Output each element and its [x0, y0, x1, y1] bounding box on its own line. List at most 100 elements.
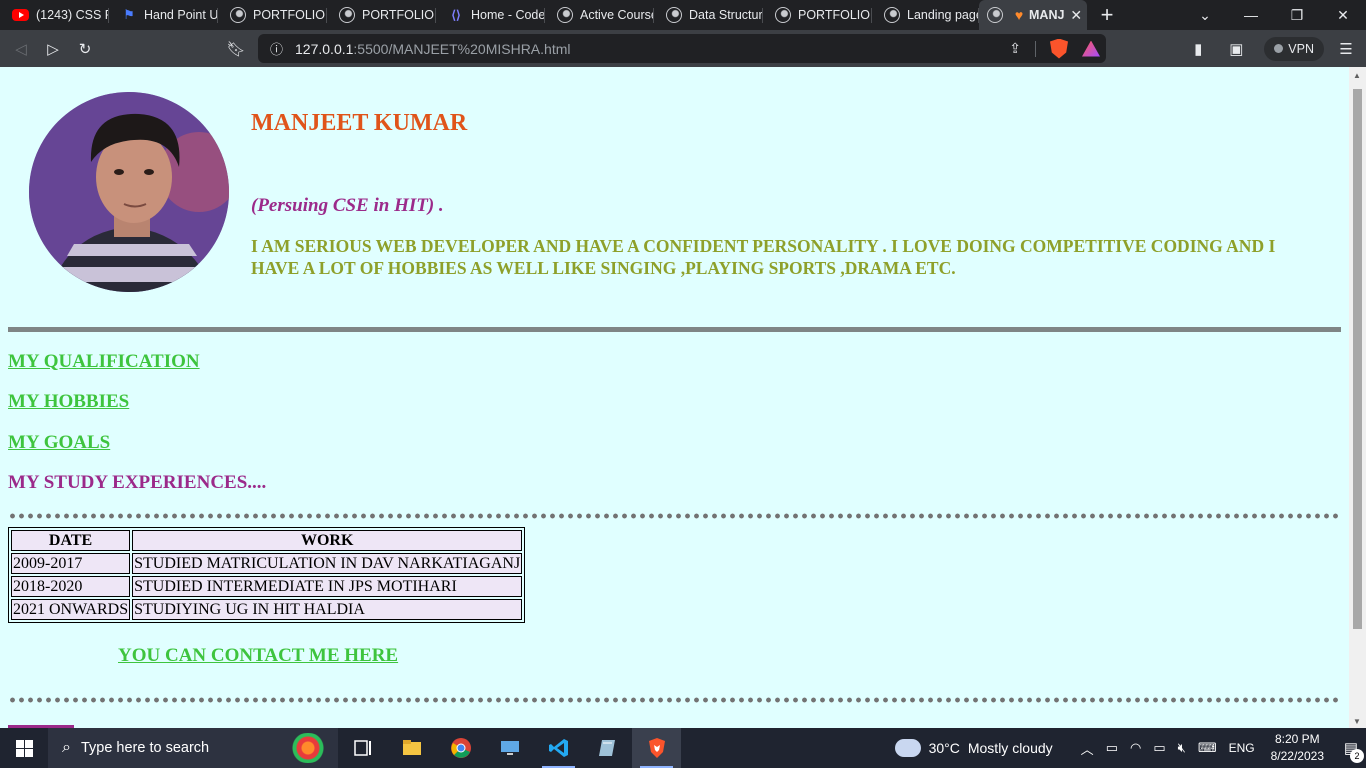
vscode-icon	[548, 739, 568, 757]
monitor-icon	[500, 741, 519, 755]
section-divider	[8, 327, 1341, 332]
chevron-up-icon[interactable]: ︿	[1081, 739, 1094, 758]
dotted-divider	[8, 513, 1341, 519]
qualification-link[interactable]: MY QUALIFICATION	[8, 351, 200, 373]
scroll-thumb[interactable]	[1353, 89, 1362, 629]
system-tray: 30°C Mostly cloudy ︿ ▭ ◠ ▭ 🔇︎ ⌨ ENG 8:20…	[894, 728, 1366, 768]
browser-toolbar: ◁ ▷ ↻ 🔖︎ ⓘ 127.0.0.1:5500/MANJEET%20MISH…	[0, 30, 1366, 67]
vpn-status-icon	[1274, 44, 1284, 53]
globe-icon	[557, 7, 573, 23]
chrome-app[interactable]	[436, 728, 485, 768]
cloudy-weather-icon	[894, 733, 921, 757]
profile-photo-image	[29, 92, 229, 292]
close-window-button[interactable]: ✕	[1320, 0, 1366, 30]
profile-bio: I AM SERIOUS WEB DEVELOPER AND HAVE A CO…	[251, 236, 1276, 278]
table-header: DATE	[11, 530, 131, 551]
remote-desktop-app[interactable]	[485, 728, 534, 768]
notification-count: 2	[1350, 749, 1364, 763]
page-scrollbar[interactable]: ▲ ▼	[1349, 67, 1366, 728]
contact-link[interactable]: YOU CAN CONTACT ME HERE	[118, 645, 398, 667]
language-indicator[interactable]: ENG	[1229, 741, 1255, 755]
browser-tab[interactable]: Active Course	[545, 0, 654, 30]
file-explorer-app[interactable]	[387, 728, 436, 768]
restore-button[interactable]: ❐	[1274, 0, 1320, 30]
task-view-button[interactable]	[338, 728, 387, 768]
minimize-button[interactable]: —	[1228, 0, 1274, 30]
share-icon[interactable]: ⇪	[1009, 40, 1021, 57]
browser-tab[interactable]: PORTFOLIO	[327, 0, 436, 30]
globe-icon	[666, 7, 682, 23]
back-button[interactable]: ◁	[5, 33, 37, 65]
goals-link[interactable]: MY GOALS	[8, 432, 110, 454]
hobbies-link[interactable]: MY HOBBIES	[8, 391, 129, 413]
address-bar[interactable]: ⓘ 127.0.0.1:5500/MANJEET%20MISHRA.html ⇪…	[258, 34, 1106, 63]
wifi-icon[interactable]: ◠	[1130, 740, 1141, 756]
flag-icon: ⚑	[123, 7, 135, 22]
volume-muted-icon[interactable]: 🔇︎	[1178, 740, 1186, 756]
table-cell: 2009-2017	[11, 553, 131, 574]
table-header: WORK	[132, 530, 523, 551]
chrome-icon	[450, 738, 471, 758]
table-header-row: DATE WORK	[11, 530, 523, 551]
table-cell: STUDIED MATRICULATION IN DAV NARKATIAGAN…	[132, 553, 523, 574]
browser-tab-active[interactable]: ♥ MANJ ✕	[979, 0, 1087, 30]
forward-button[interactable]: ▷	[37, 33, 69, 65]
table-row: 2018-2020 STUDIED INTERMEDIATE IN JPS MO…	[11, 576, 523, 597]
table-row: 2009-2017 STUDIED MATRICULATION IN DAV N…	[11, 553, 523, 574]
windows-logo-icon	[15, 739, 33, 757]
task-view-icon	[353, 740, 371, 756]
meet-now-icon[interactable]: ▭	[1106, 740, 1118, 756]
site-info-icon[interactable]: ⓘ	[270, 39, 283, 58]
brave-rewards-icon[interactable]: 1	[1082, 40, 1100, 57]
url-text[interactable]: 127.0.0.1:5500/MANJEET%20MISHRA.html	[295, 41, 570, 57]
youtube-icon	[12, 9, 29, 21]
code-icon: ⟨⟩	[451, 8, 461, 22]
bookmark-icon[interactable]: 🔖︎	[220, 33, 252, 65]
globe-icon	[884, 7, 900, 23]
browser-tab[interactable]: PORTFOLIO	[218, 0, 327, 30]
brave-app[interactable]	[632, 728, 681, 768]
tab-strip: (1243) CSS Fle ⚑Hand Point Up PORTFOLIO …	[0, 0, 1366, 30]
page-viewport: MANJEET KUMAR (Persuing CSE in HIT) . I …	[0, 67, 1366, 728]
scroll-down-arrow-icon[interactable]: ▼	[1353, 717, 1361, 726]
notepad-icon	[598, 740, 615, 756]
notepad-app[interactable]	[583, 728, 632, 768]
close-tab-icon[interactable]: ✕	[1070, 7, 1082, 24]
globe-icon	[987, 7, 1003, 23]
browser-tab[interactable]: Landing page	[872, 0, 979, 30]
study-heading: MY STUDY EXPERIENCES....	[8, 472, 267, 493]
wallet-icon[interactable]: ▣	[1220, 33, 1252, 65]
notification-center-button[interactable]: ▤ 2	[1336, 739, 1366, 763]
browser-tab[interactable]: (1243) CSS Fle	[0, 0, 109, 30]
dotted-divider	[8, 697, 1341, 703]
browser-tab[interactable]: ⚑ Hand Point Up	[109, 0, 218, 30]
vscode-app[interactable]	[534, 728, 583, 768]
clipped-heading	[8, 721, 78, 728]
browser-tab[interactable]: Data Structur	[654, 0, 763, 30]
divider	[1035, 40, 1036, 57]
browser-tab[interactable]: ⟨⟩ Home - Code	[436, 0, 545, 30]
scroll-up-arrow-icon[interactable]: ▲	[1353, 71, 1361, 80]
clock[interactable]: 8:20 PM 8/22/2023	[1271, 731, 1324, 765]
profile-photo	[29, 92, 229, 292]
tab-search-chevron-icon[interactable]: ⌄	[1182, 0, 1228, 30]
weather-widget[interactable]: 30°C Mostly cloudy	[894, 733, 1053, 757]
taskbar-search[interactable]: ⌕ Type here to search	[48, 728, 338, 768]
keyboard-icon[interactable]: ⌨	[1198, 740, 1217, 756]
brave-shield-icon[interactable]	[1050, 38, 1068, 59]
vpn-button[interactable]: VPN	[1264, 36, 1324, 61]
rewards-badge: 1	[1095, 40, 1100, 46]
globe-icon	[230, 7, 246, 23]
folder-icon	[402, 740, 421, 755]
battery-icon[interactable]: ▭	[1153, 740, 1165, 756]
table-cell: 2021 ONWARDS	[11, 599, 131, 620]
new-tab-button[interactable]: +	[1087, 0, 1127, 30]
sidebar-toggle-icon[interactable]: ▮	[1182, 33, 1214, 65]
browser-tab[interactable]: PORTFOLIO	[763, 0, 872, 30]
menu-icon[interactable]: ☰	[1330, 33, 1362, 65]
reload-button[interactable]: ↻	[69, 33, 101, 65]
study-table: DATE WORK 2009-2017 STUDIED MATRICULATIO…	[8, 527, 526, 623]
start-button[interactable]	[0, 728, 48, 768]
globe-icon	[775, 7, 791, 23]
profile-subtitle: (Persuing CSE in HIT) .	[251, 195, 444, 216]
